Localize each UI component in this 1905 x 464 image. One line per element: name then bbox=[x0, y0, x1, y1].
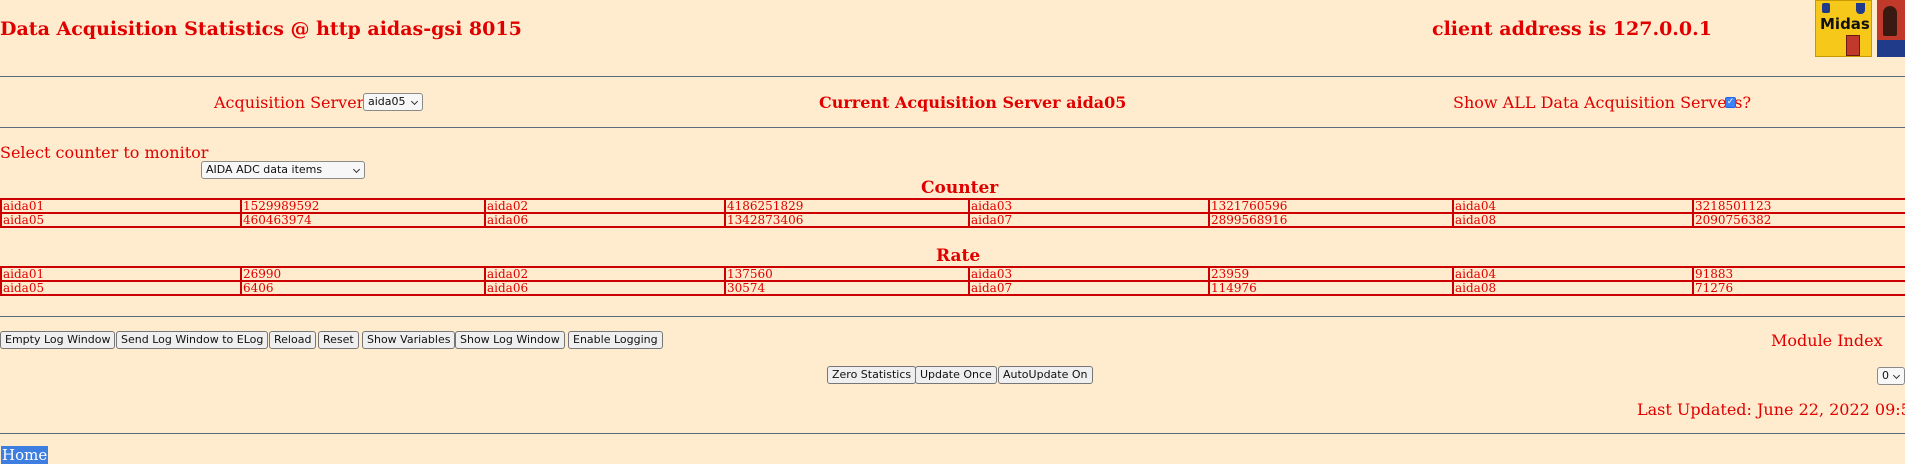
rate-value-cell: 114976 bbox=[1208, 280, 1454, 296]
rate-value-cell: 26990 bbox=[240, 266, 486, 282]
rate-title: Rate bbox=[936, 246, 981, 266]
server-name-cell: aida07 bbox=[968, 280, 1210, 296]
logo-band bbox=[1877, 40, 1905, 57]
counter-value-cell: 3218501123 bbox=[1692, 198, 1905, 214]
page-title: Data Acquisition Statistics @ http aidas… bbox=[0, 18, 522, 40]
institute-logo bbox=[1877, 0, 1905, 57]
counter-select-label: Select counter to monitor bbox=[0, 143, 209, 162]
server-name-cell: aida06 bbox=[484, 280, 726, 296]
server-name-cell: aida04 bbox=[1452, 266, 1694, 282]
rate-table: aida01 26990 aida02 137560 aida03 23959 … bbox=[0, 266, 1905, 296]
send-log-to-elog-button[interactable]: Send Log Window to ELog bbox=[116, 331, 269, 349]
acquisition-servers-label: Acquisition Servers bbox=[214, 93, 373, 112]
last-updated: Last Updated: June 22, 2022 09:59:0 bbox=[1637, 400, 1905, 419]
figure-icon bbox=[1883, 6, 1897, 36]
show-variables-button[interactable]: Show Variables bbox=[362, 331, 456, 349]
midas-logo: Midas bbox=[1815, 0, 1872, 57]
counter-value-cell: 2899568916 bbox=[1208, 212, 1454, 228]
server-name-cell: aida08 bbox=[1452, 212, 1694, 228]
server-name-cell: aida06 bbox=[484, 212, 726, 228]
zero-statistics-button[interactable]: Zero Statistics bbox=[827, 366, 917, 384]
show-all-servers-label: Show ALL Data Acquisition Servers? bbox=[1453, 93, 1752, 112]
counter-select[interactable]: AIDA ADC data items bbox=[201, 161, 365, 179]
rate-value-cell: 91883 bbox=[1692, 266, 1905, 282]
rate-value-cell: 30574 bbox=[724, 280, 970, 296]
counter-value-cell: 2090756382 bbox=[1692, 212, 1905, 228]
shield-icon bbox=[1822, 3, 1830, 13]
divider bbox=[0, 433, 1905, 434]
server-name-cell: aida02 bbox=[484, 198, 726, 214]
table-row: aida01 1529989592 aida02 4186251829 aida… bbox=[0, 198, 1905, 214]
divider bbox=[0, 76, 1905, 77]
server-name-cell: aida08 bbox=[1452, 280, 1694, 296]
rate-value-cell: 71276 bbox=[1692, 280, 1905, 296]
statistics-toolbar: Zero Statistics Update Once AutoUpdate O… bbox=[0, 366, 1905, 384]
server-name-cell: aida05 bbox=[0, 280, 242, 296]
enable-logging-button[interactable]: Enable Logging bbox=[568, 331, 663, 349]
empty-log-window-button[interactable]: Empty Log Window bbox=[0, 331, 116, 349]
server-name-cell: aida01 bbox=[0, 266, 242, 282]
rate-value-cell: 6406 bbox=[240, 280, 486, 296]
counter-table: aida01 1529989592 aida02 4186251829 aida… bbox=[0, 198, 1905, 228]
table-row: aida05 460463974 aida06 1342873406 aida0… bbox=[0, 212, 1905, 228]
log-toolbar: Empty Log Window Send Log Window to ELog… bbox=[0, 331, 1905, 349]
server-name-cell: aida05 bbox=[0, 212, 242, 228]
counter-title: Counter bbox=[921, 178, 999, 198]
server-name-cell: aida03 bbox=[968, 266, 1210, 282]
home-link[interactable]: Home bbox=[1, 446, 49, 464]
reset-button[interactable]: Reset bbox=[318, 331, 359, 349]
current-server: Current Acquisition Server aida05 bbox=[819, 93, 1127, 112]
module-index-label: Module Index bbox=[1771, 331, 1883, 350]
flag-icon bbox=[1846, 35, 1860, 56]
rate-value-cell: 137560 bbox=[724, 266, 970, 282]
show-all-servers-checkbox[interactable]: ✓ bbox=[1725, 97, 1736, 108]
client-address: client address is 127.0.0.1 bbox=[1432, 18, 1712, 40]
table-row: aida05 6406 aida06 30574 aida07 114976 a… bbox=[0, 280, 1905, 296]
update-once-button[interactable]: Update Once bbox=[915, 366, 997, 384]
divider bbox=[0, 316, 1905, 317]
counter-value-cell: 1529989592 bbox=[240, 198, 486, 214]
acquisition-server-select[interactable]: aida05 bbox=[363, 93, 423, 111]
crest-icon bbox=[1856, 3, 1865, 14]
table-row: aida01 26990 aida02 137560 aida03 23959 … bbox=[0, 266, 1905, 282]
server-name-cell: aida07 bbox=[968, 212, 1210, 228]
autoupdate-button[interactable]: AutoUpdate On bbox=[998, 366, 1093, 384]
server-name-cell: aida03 bbox=[968, 198, 1210, 214]
server-name-cell: aida04 bbox=[1452, 198, 1694, 214]
divider bbox=[0, 127, 1905, 128]
counter-value-cell: 460463974 bbox=[240, 212, 486, 228]
counter-value-cell: 1321760596 bbox=[1208, 198, 1454, 214]
reload-button[interactable]: Reload bbox=[269, 331, 317, 349]
server-name-cell: aida02 bbox=[484, 266, 726, 282]
midas-logo-text: Midas bbox=[1820, 15, 1870, 33]
rate-value-cell: 23959 bbox=[1208, 266, 1454, 282]
counter-value-cell: 1342873406 bbox=[724, 212, 970, 228]
counter-value-cell: 4186251829 bbox=[724, 198, 970, 214]
show-log-window-button[interactable]: Show Log Window bbox=[455, 331, 565, 349]
server-name-cell: aida01 bbox=[0, 198, 242, 214]
